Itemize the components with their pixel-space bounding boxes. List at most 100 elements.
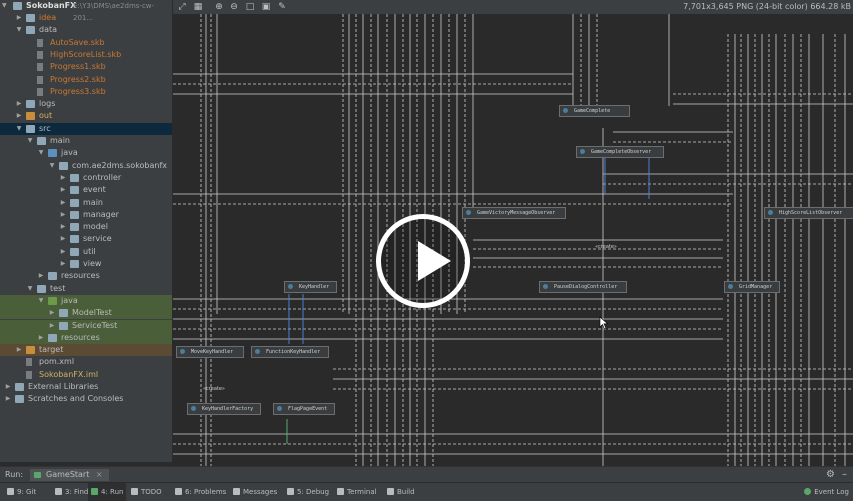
actual-size-icon[interactable]: □ <box>245 2 255 12</box>
chevron-down-icon[interactable]: ▼ <box>37 295 45 307</box>
package-icon <box>70 260 79 268</box>
tree-item[interactable]: ▶ ServiceTest <box>0 319 172 332</box>
chevron-down-icon[interactable]: ▼ <box>15 24 23 36</box>
chevron-right-icon[interactable]: ▶ <box>59 258 67 270</box>
tree-item[interactable]: ▶ ModelTest <box>0 307 172 320</box>
chevron-right-icon[interactable]: ▶ <box>15 110 23 122</box>
minimize-icon[interactable]: – <box>842 469 847 481</box>
tree-item[interactable]: ▼ java <box>0 147 172 159</box>
tree-item[interactable]: pom.xml <box>0 356 172 368</box>
chevron-down-icon[interactable]: ▼ <box>15 123 23 135</box>
node-high-score-list-observer[interactable]: HighScoreListObserver <box>764 207 853 219</box>
tool-tab-git[interactable]: 9: Git <box>4 483 39 501</box>
node-function-key-handler[interactable]: FunctionKeyHandler <box>251 346 329 358</box>
tree-item[interactable]: ▼ data <box>0 24 172 36</box>
node-grid-manager[interactable]: GridManager <box>724 281 780 293</box>
chevron-right-icon[interactable]: ▶ <box>59 197 67 209</box>
tree-item[interactable]: AutoSave.skb <box>0 37 172 49</box>
chevron-right-icon[interactable]: ▶ <box>37 270 45 282</box>
tool-tab-todo[interactable]: TODO <box>128 483 165 501</box>
tool-tab-problems[interactable]: 6: Problems <box>172 483 229 501</box>
grid-icon[interactable]: ▦ <box>193 2 203 12</box>
node-game-complete[interactable]: GameComplete <box>559 105 630 117</box>
tree-item[interactable]: ▼ src <box>0 122 172 135</box>
tree-item[interactable]: ▼ java <box>0 294 172 307</box>
chevron-right-icon[interactable]: ▶ <box>59 184 67 196</box>
tree-item[interactable]: ▶ controller <box>0 172 172 184</box>
project-root[interactable]: ▼ SokobanFX E:\Y3\DMS\ae2dms-cw-201... <box>0 0 172 22</box>
tree-item[interactable]: ▼ com.ae2dms.sokobanfx <box>0 160 172 172</box>
tree-item[interactable]: ▶ model <box>0 221 172 233</box>
gear-icon[interactable]: ⚙ <box>826 469 835 481</box>
tree-item[interactable]: ▶ External Libraries <box>0 381 172 393</box>
color-picker-icon[interactable]: ✎ <box>277 2 287 12</box>
tree-item[interactable]: ▼ test <box>0 283 172 295</box>
chevron-right-icon[interactable]: ▶ <box>59 221 67 233</box>
chevron-down-icon[interactable]: ▼ <box>48 160 56 172</box>
tool-tab-run[interactable]: 4: Run <box>88 483 127 501</box>
tree-item[interactable]: ▶ service <box>0 233 172 245</box>
tree-item[interactable]: ▶ Scratches and Consoles <box>0 393 172 405</box>
tree-item[interactable]: ▶ logs <box>0 98 172 110</box>
folder-icon <box>48 296 57 305</box>
tree-item[interactable]: ▶ event <box>0 184 172 196</box>
chevron-down-icon[interactable]: ▼ <box>37 147 45 159</box>
close-icon[interactable]: × <box>96 470 103 479</box>
play-button[interactable] <box>376 214 470 308</box>
chevron-down-icon[interactable]: ▼ <box>2 0 7 12</box>
fit-window-icon[interactable]: ▣ <box>261 2 271 12</box>
tree-item[interactable]: ▶ target <box>0 344 172 357</box>
package-icon <box>70 210 79 219</box>
tree-item[interactable]: ▼ main <box>0 135 172 147</box>
tree-item[interactable]: ▶ idea <box>0 12 172 24</box>
tree-item[interactable]: Progress3.skb <box>0 86 172 98</box>
tree-item-label: resources <box>61 271 100 281</box>
zoom-out-icon[interactable]: ⊖ <box>229 2 239 12</box>
chevron-right-icon[interactable]: ▶ <box>59 246 67 258</box>
chevron-right-icon[interactable]: ▶ <box>4 393 12 405</box>
run-tab-gamestart[interactable]: GameStart × <box>30 469 109 481</box>
tree-item[interactable]: ▶ out <box>0 110 172 122</box>
chevron-right-icon[interactable]: ▶ <box>15 98 23 110</box>
fit-icon[interactable]: ⤢ <box>177 2 187 12</box>
tree-item[interactable]: Progress1.skb <box>0 61 172 73</box>
folder-icon <box>26 26 35 35</box>
tool-tab-find[interactable]: 3: Find <box>52 483 91 501</box>
node-move-key-handler[interactable]: MoveKeyHandler <box>176 346 244 358</box>
tool-tab-debug[interactable]: 5: Debug <box>284 483 332 501</box>
tree-item[interactable]: HighScoreList.skb <box>0 49 172 61</box>
diagram-canvas[interactable]: GameComplete GameCompleteObserver GameVi… <box>173 14 853 466</box>
tool-tab-terminal[interactable]: Terminal <box>334 483 380 501</box>
tool-tab-messages[interactable]: Messages <box>230 483 280 501</box>
node-flag-page-event[interactable]: FlagPageEvent <box>273 403 335 415</box>
problems-icon <box>175 488 182 495</box>
tree-item[interactable]: ▶ resources <box>0 331 172 344</box>
chevron-down-icon[interactable]: ▼ <box>26 135 34 147</box>
tree-item[interactable]: ▶ main <box>0 197 172 209</box>
tool-tab-build[interactable]: Build <box>384 483 418 501</box>
node-pause-dialog-controller[interactable]: PauseDialogController <box>539 281 627 293</box>
chevron-right-icon[interactable]: ▶ <box>59 233 67 245</box>
chevron-right-icon[interactable]: ▶ <box>59 172 67 184</box>
chevron-right-icon[interactable]: ▶ <box>37 332 45 344</box>
chevron-right-icon[interactable]: ▶ <box>4 381 12 393</box>
tree-item[interactable]: ▶ manager <box>0 209 172 221</box>
event-log-button[interactable]: Event Log <box>804 483 849 501</box>
tree-item[interactable]: SokobanFX.iml <box>0 369 172 381</box>
tree-item[interactable]: ▶ util <box>0 246 172 258</box>
tree-item[interactable]: Progress2.skb <box>0 74 172 86</box>
zoom-in-icon[interactable]: ⊕ <box>214 2 224 12</box>
chevron-right-icon[interactable]: ▶ <box>15 12 23 24</box>
chevron-right-icon[interactable]: ▶ <box>59 209 67 221</box>
node-key-handler[interactable]: KeyHandler <box>284 281 337 293</box>
tree-item[interactable]: ▶ resources <box>0 270 172 282</box>
chevron-right-icon[interactable]: ▶ <box>15 344 23 356</box>
file-icon <box>37 75 43 84</box>
tree-item[interactable]: ▶ view <box>0 258 172 270</box>
chevron-down-icon[interactable]: ▼ <box>26 283 34 295</box>
node-key-handler-factory[interactable]: KeyHandlerFactory <box>187 403 261 415</box>
node-game-complete-observer[interactable]: GameCompleteObserver <box>576 146 664 158</box>
node-game-victory-message-observer[interactable]: GameVictoryMessageObserver <box>462 207 566 219</box>
chevron-right-icon[interactable]: ▶ <box>48 307 56 319</box>
chevron-right-icon[interactable]: ▶ <box>48 320 56 332</box>
